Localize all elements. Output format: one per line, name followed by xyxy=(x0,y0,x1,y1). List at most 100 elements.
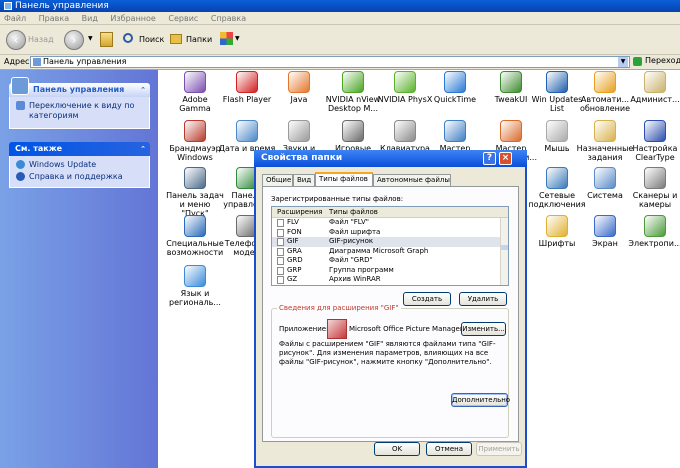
applet-icon xyxy=(342,71,364,93)
control-panel-icon xyxy=(4,1,12,10)
control-panel-item[interactable]: Дата и время xyxy=(218,120,276,153)
file-type-icon xyxy=(277,266,284,275)
applet-label: Сканеры и камеры xyxy=(632,191,678,209)
file-type-icon xyxy=(277,228,284,237)
go-button[interactable]: Переход xyxy=(645,56,680,65)
tab-offline-files[interactable]: Автономные файлы xyxy=(373,174,451,186)
menu-tools[interactable]: Сервис xyxy=(168,14,198,23)
picture-manager-icon xyxy=(327,319,347,339)
applet-label: Язык и региональ... xyxy=(169,289,221,307)
go-arrow-icon[interactable] xyxy=(633,57,642,66)
file-type-cell: Файл "FLV" xyxy=(329,218,369,226)
create-button[interactable]: Создать xyxy=(403,292,451,306)
close-button[interactable]: × xyxy=(499,152,512,165)
tab-view[interactable]: Вид xyxy=(293,174,315,186)
applet-icon xyxy=(546,120,568,142)
applet-label: Админист... xyxy=(630,95,680,104)
menu-view[interactable]: Вид xyxy=(82,14,98,23)
control-panel-item[interactable]: QuickTime xyxy=(426,71,484,104)
applet-icon xyxy=(236,120,258,142)
list-scrollbar[interactable] xyxy=(500,218,508,285)
column-file-types[interactable]: Типы файлов xyxy=(329,207,378,218)
control-panel-item[interactable]: NVIDIA nView Desktop M... xyxy=(324,71,382,113)
scroll-thumb[interactable] xyxy=(501,245,508,250)
apply-button[interactable]: Применить xyxy=(476,442,522,456)
folders-button[interactable]: Папки xyxy=(186,34,212,46)
applet-icon xyxy=(500,120,522,142)
list-header: Расширения Типы файлов xyxy=(272,207,508,218)
dialog-title-bar: Свойства папки ? × xyxy=(254,150,527,167)
control-panel-item[interactable]: Сканеры и камеры xyxy=(626,167,680,209)
window-title: Панель управления xyxy=(15,1,109,11)
control-panel-item[interactable]: Брандмауэр Windows xyxy=(166,120,224,162)
menu-help[interactable]: Справка xyxy=(211,14,246,23)
file-type-cell: Файл шрифта xyxy=(329,227,381,236)
chevron-down-icon[interactable]: ▼ xyxy=(618,57,628,67)
table-row[interactable]: GIF GIF-рисунок xyxy=(272,237,508,247)
category-view-icon xyxy=(16,101,25,110)
help-caption-button[interactable]: ? xyxy=(483,152,496,165)
applet-icon xyxy=(644,215,666,237)
back-button[interactable]: ‹ xyxy=(6,30,26,50)
applet-icon xyxy=(288,120,310,142)
table-row[interactable]: GRA Диаграмма Microsoft Graph xyxy=(272,247,508,257)
file-types-list[interactable]: Расширения Типы файлов FLV Файл "FLV" FON Ф… xyxy=(271,206,509,286)
windows-update-link[interactable]: Windows Update xyxy=(16,160,143,170)
extension-cell: GRP xyxy=(287,265,302,274)
control-panel-section-header[interactable]: Панель управления ⌃ xyxy=(9,77,150,97)
folders-icon[interactable] xyxy=(170,34,182,44)
search-button[interactable]: Поиск xyxy=(139,34,164,46)
collapse-icon[interactable]: ⌃ xyxy=(140,142,146,156)
address-field[interactable]: Панель управления ▼ xyxy=(30,56,630,68)
table-row[interactable]: FLV Файл "FLV" xyxy=(272,218,508,228)
control-panel-item[interactable]: Панель задач и меню "Пуск" xyxy=(166,167,224,218)
help-support-link[interactable]: Справка и поддержка xyxy=(16,172,143,182)
applet-icon xyxy=(342,120,364,142)
control-panel-item[interactable]: Flash Player xyxy=(218,71,276,104)
forward-button[interactable]: › xyxy=(64,30,84,50)
address-label: Адрес: xyxy=(4,57,33,66)
control-panel-item[interactable]: Специальные возможности xyxy=(166,215,224,257)
menu-favorites[interactable]: Избранное xyxy=(110,14,155,23)
advanced-button[interactable]: Дополнительно xyxy=(451,393,510,407)
table-row[interactable]: GRP Группа программ xyxy=(272,266,508,276)
cancel-button[interactable]: Отмена xyxy=(426,442,472,456)
address-bar: Адрес: Панель управления ▼ Переход xyxy=(0,55,680,70)
table-row[interactable]: GZ Архив WinRAR xyxy=(272,275,508,285)
control-panel-section-body: Переключение к виду по категориям xyxy=(9,97,150,129)
table-row[interactable]: GRD Файл "GRD" xyxy=(272,256,508,266)
control-panel-icon xyxy=(11,77,29,95)
ok-button[interactable]: OK xyxy=(374,442,420,456)
applet-icon xyxy=(184,215,206,237)
column-extensions[interactable]: Расширения xyxy=(277,207,322,218)
control-panel-item[interactable]: Adobe Gamma xyxy=(166,71,224,113)
up-folder-icon[interactable] xyxy=(100,32,113,47)
control-panel-item[interactable]: Настройка ClearType xyxy=(626,120,680,162)
change-button[interactable]: Изменить... xyxy=(461,322,506,336)
menu-file[interactable]: Файл xyxy=(4,14,26,23)
chevron-down-icon[interactable]: ▼ xyxy=(88,35,93,42)
see-also-section-header[interactable]: См. также ⌃ xyxy=(9,142,150,156)
see-also-section-body: Windows Update Справка и поддержка xyxy=(9,156,150,188)
menu-edit[interactable]: Правка xyxy=(39,14,69,23)
search-icon[interactable] xyxy=(123,33,133,43)
table-row[interactable]: FON Файл шрифта xyxy=(272,228,508,238)
control-panel-item[interactable]: Язык и региональ... xyxy=(166,265,224,307)
switch-category-view-link[interactable]: Переключение к виду по категориям xyxy=(16,101,143,121)
file-type-icon xyxy=(277,257,284,265)
collapse-icon[interactable]: ⌃ xyxy=(140,83,146,97)
chevron-down-icon[interactable]: ▼ xyxy=(235,35,240,42)
toolbar: ‹ Назад › ▼ Поиск Папки ▼ xyxy=(0,25,680,55)
tab-file-types[interactable]: Типы файлов xyxy=(315,172,373,186)
delete-button[interactable]: Удалить xyxy=(459,292,507,306)
address-value: Панель управления xyxy=(43,57,127,66)
control-panel-icon xyxy=(33,58,41,66)
control-panel-item[interactable]: Java xyxy=(270,71,328,104)
tab-general[interactable]: Общие xyxy=(262,174,293,186)
control-panel-item[interactable]: Админист... xyxy=(626,71,680,104)
applet-label: Панель задач и меню "Пуск" xyxy=(166,191,224,218)
file-type-icon xyxy=(277,219,284,227)
control-panel-item[interactable]: Электропи... xyxy=(626,215,680,248)
applet-label: Система xyxy=(587,191,623,200)
views-icon[interactable] xyxy=(220,32,233,45)
